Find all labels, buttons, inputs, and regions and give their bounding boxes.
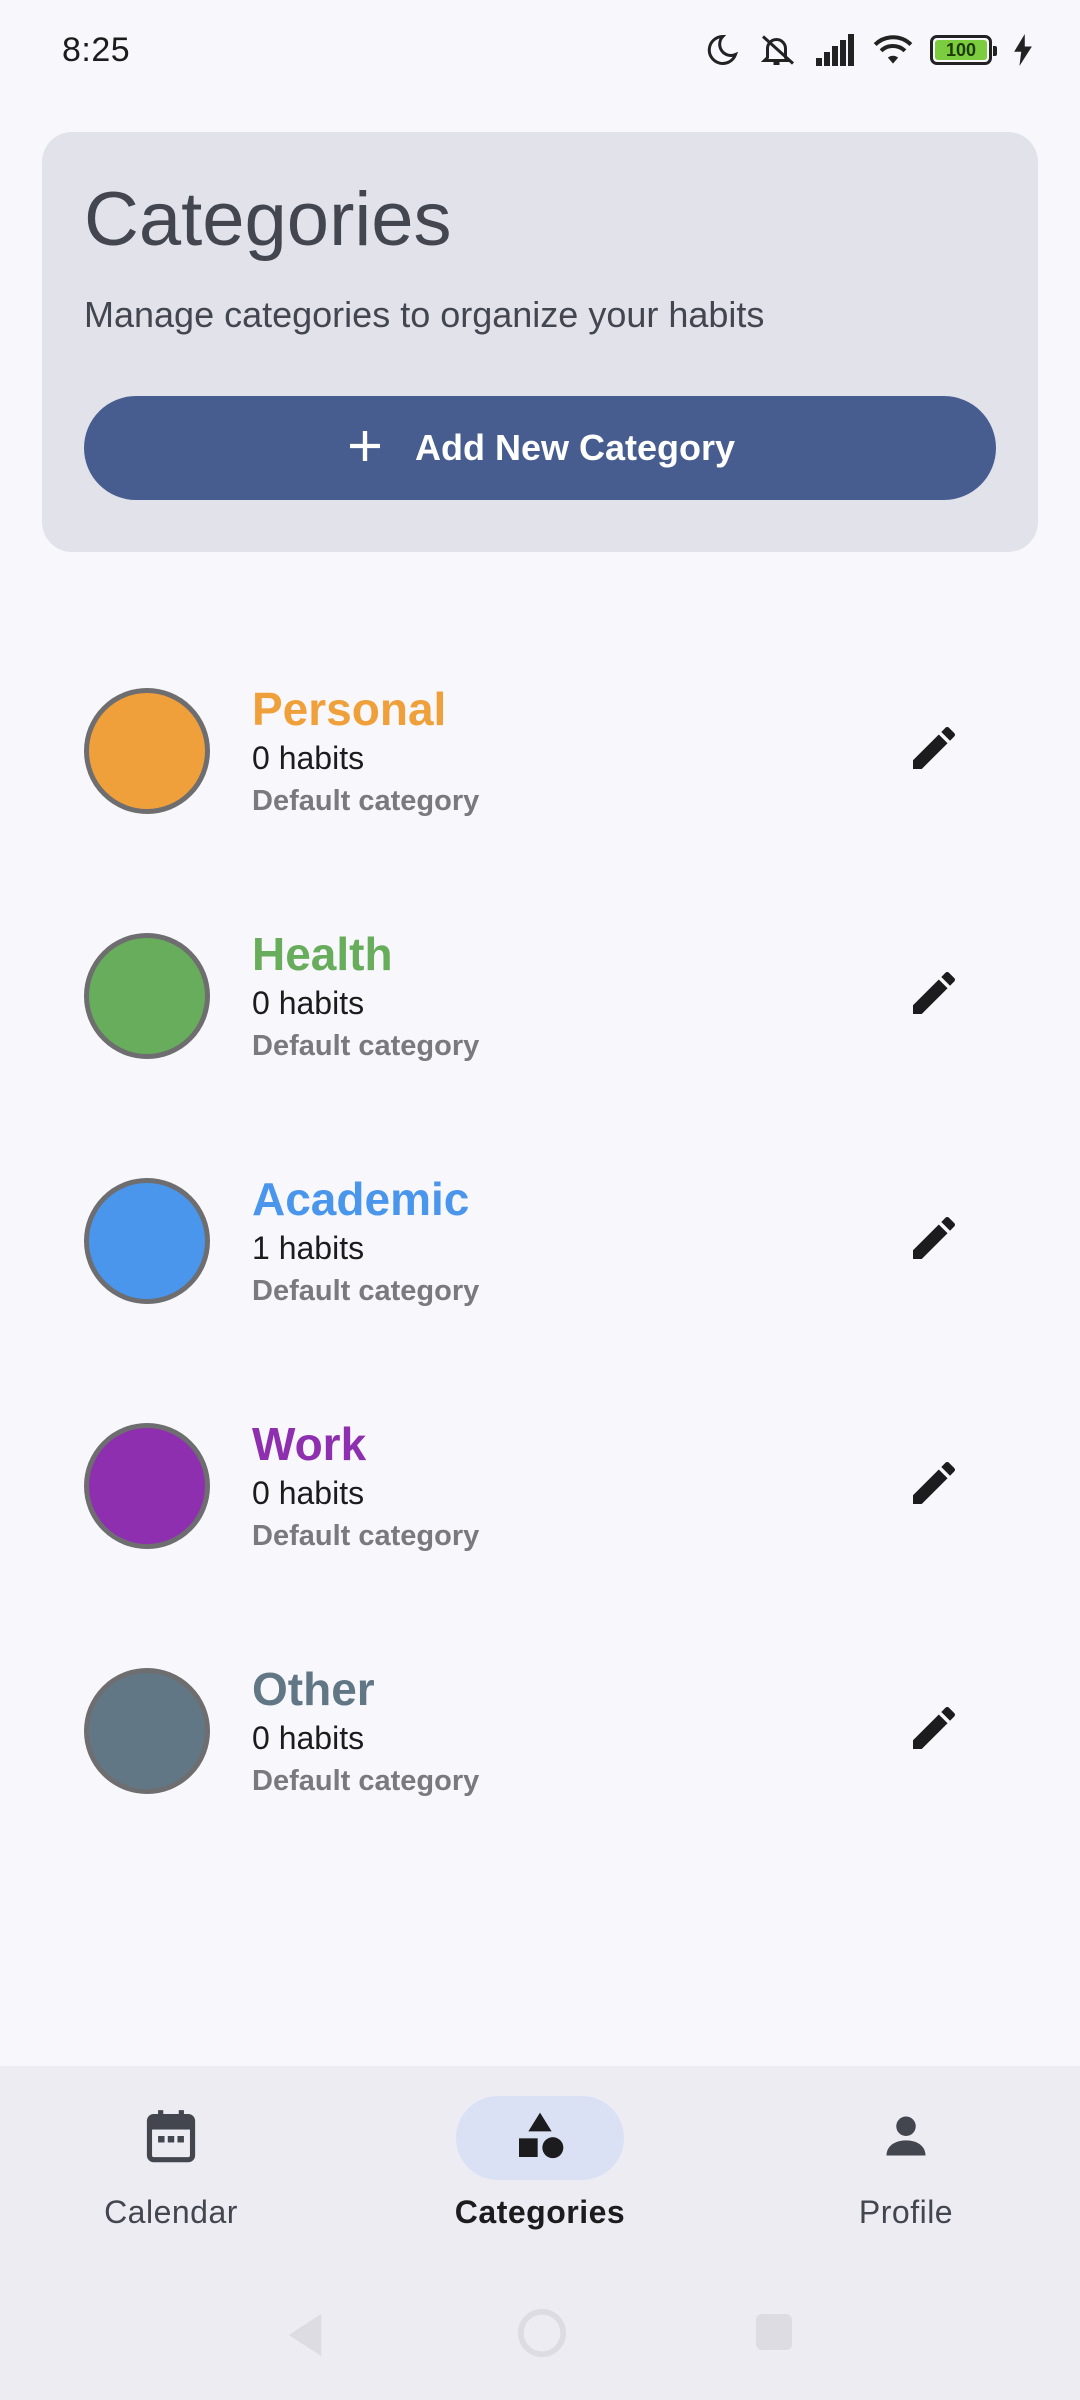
nav-item-categories[interactable]: Categories (410, 2096, 670, 2246)
category-color-dot (84, 933, 210, 1059)
battery-level: 100 (935, 40, 987, 60)
nav-label-profile: Profile (858, 2194, 954, 2230)
category-name: Work (252, 1418, 367, 1470)
status-icons: 100 (704, 32, 1032, 68)
moon-icon (704, 32, 740, 68)
category-name: Personal (252, 683, 447, 735)
category-description: Default category (252, 1275, 480, 1307)
silent-icon (756, 32, 800, 68)
status-bar: 8:25 100 (0, 0, 1080, 100)
page-subtitle: Manage categories to organize your habit… (84, 294, 765, 335)
category-habit-count: 1 habits (252, 1230, 365, 1266)
battery-icon: 100 (930, 35, 997, 65)
edit-button[interactable] (894, 710, 974, 790)
category-habit-count: 0 habits (252, 985, 365, 1021)
edit-button[interactable] (894, 1690, 974, 1770)
category-name: Other (252, 1663, 375, 1715)
category-description: Default category (252, 1030, 480, 1062)
pencil-icon (906, 1455, 962, 1516)
add-category-label: Add New Category (414, 427, 736, 468)
nav-label-calendar: Calendar (104, 2194, 238, 2230)
pencil-icon (906, 965, 962, 1026)
category-habit-count: 0 habits (252, 1720, 365, 1756)
nav-active-indicator (456, 2096, 624, 2180)
nav-label-categories: Categories (454, 2194, 626, 2230)
edit-button[interactable] (894, 955, 974, 1035)
category-name: Academic (252, 1173, 470, 1225)
nav-item-calendar[interactable]: Calendar (41, 2096, 301, 2246)
charging-icon (1014, 34, 1032, 66)
header-card: Categories Manage categories to organize… (42, 132, 1038, 552)
edit-button[interactable] (894, 1200, 974, 1280)
signal-icon (816, 34, 856, 66)
nav-icon-container (87, 2096, 255, 2180)
status-time: 8:25 (62, 30, 131, 69)
pencil-icon (906, 720, 962, 781)
category-row-academic[interactable]: Academic 1 habits Default category (0, 1130, 1080, 1375)
edit-button[interactable] (894, 1445, 974, 1525)
calendar-icon (145, 2108, 197, 2169)
system-nav-bar (0, 2290, 1080, 2380)
back-icon[interactable] (282, 2310, 326, 2365)
category-description: Default category (252, 1765, 480, 1797)
category-row-health[interactable]: Health 0 habits Default category (0, 885, 1080, 1130)
screen: 8:25 100 Categories Manage categories to… (0, 0, 1080, 2400)
category-row-work[interactable]: Work 0 habits Default category (0, 1375, 1080, 1620)
category-row-personal[interactable]: Personal 0 habits Default category (0, 640, 1080, 885)
category-list: Personal 0 habits Default category Healt… (0, 640, 1080, 1865)
category-row-other[interactable]: Other 0 habits Default category (0, 1620, 1080, 1865)
recents-icon[interactable] (754, 2312, 794, 2357)
page-title: Categories (84, 177, 452, 262)
pencil-icon (906, 1210, 962, 1271)
category-color-dot (84, 1668, 210, 1794)
person-icon (880, 2110, 932, 2167)
pencil-icon (906, 1700, 962, 1761)
category-color-dot (84, 1423, 210, 1549)
category-description: Default category (252, 785, 480, 817)
category-color-dot (84, 688, 210, 814)
category-habit-count: 0 habits (252, 740, 365, 776)
shapes-icon (512, 2108, 568, 2169)
plus-icon (345, 426, 385, 471)
category-habit-count: 0 habits (252, 1475, 365, 1511)
category-name: Health (252, 928, 393, 980)
nav-item-profile[interactable]: Profile (776, 2096, 1036, 2246)
category-color-dot (84, 1178, 210, 1304)
wifi-icon (872, 33, 914, 67)
nav-icon-container (822, 2096, 990, 2180)
add-category-button[interactable]: Add New Category (84, 396, 996, 500)
home-icon[interactable] (515, 2306, 569, 2365)
category-description: Default category (252, 1520, 480, 1552)
